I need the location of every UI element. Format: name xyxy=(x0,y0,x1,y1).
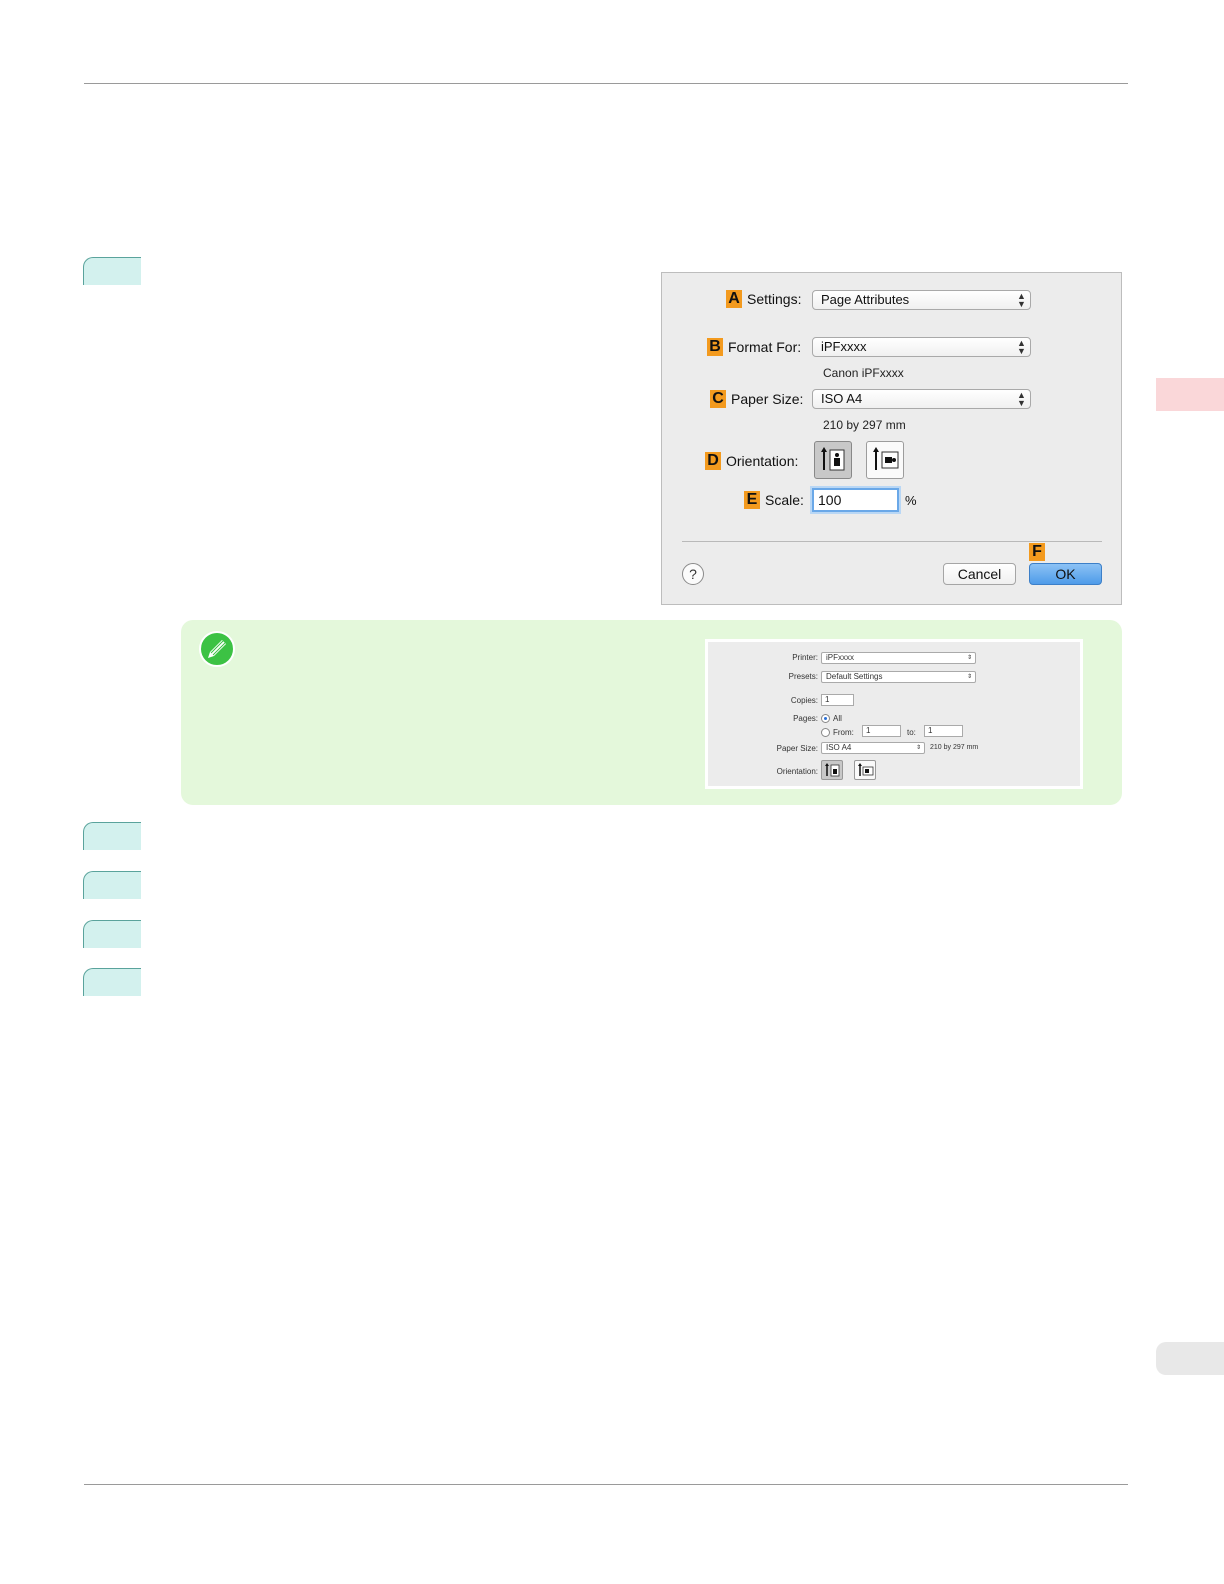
top-rule xyxy=(84,83,1128,84)
popup-arrows-icon: ⇕ xyxy=(966,674,972,680)
mini-pages-from-radio[interactable] xyxy=(821,728,830,737)
paper-size-row: C Paper Size: xyxy=(710,390,803,408)
cancel-button[interactable]: Cancel xyxy=(943,563,1016,585)
bottom-rule xyxy=(84,1484,1128,1485)
mini-paper-size-popup[interactable]: ISO A4 ⇕ xyxy=(821,742,925,754)
step-tab-2 xyxy=(83,822,141,850)
help-icon[interactable]: ? xyxy=(682,563,704,585)
mini-printer-label: Printer: xyxy=(792,653,818,662)
settings-popup[interactable]: Page Attributes ▲ ▼ xyxy=(812,290,1031,310)
mini-pages-all-radio[interactable] xyxy=(821,714,830,723)
mini-pages-to-input[interactable]: 1 xyxy=(924,725,963,737)
scale-input[interactable]: 100 xyxy=(812,488,899,512)
mini-printer-value: iPFxxxx xyxy=(826,653,854,662)
orientation-row: D Orientation: xyxy=(705,452,798,470)
format-for-row: B Format For: xyxy=(707,338,801,356)
badge-e: E xyxy=(744,491,760,509)
print-dialog-thumbnail: Printer: iPFxxxx ⇕ Presets: Default Sett… xyxy=(705,639,1083,789)
mini-paper-size-label: Paper Size: xyxy=(776,744,818,753)
landscape-orientation-icon xyxy=(858,763,874,776)
scale-row: E Scale: xyxy=(744,491,804,509)
paper-size-label: Paper Size: xyxy=(731,391,804,407)
mini-printer-popup[interactable]: iPFxxxx ⇕ xyxy=(821,652,976,664)
chapter-side-tab xyxy=(1156,378,1224,411)
dialog-separator xyxy=(682,541,1102,542)
mini-pages-to-label: to: xyxy=(907,728,916,737)
note-pencil-icon xyxy=(199,631,235,667)
mini-presets-popup[interactable]: Default Settings ⇕ xyxy=(821,671,976,683)
mini-copies-label: Copies: xyxy=(790,696,818,705)
settings-value: Page Attributes xyxy=(821,292,910,307)
format-for-description: Canon iPFxxxx xyxy=(823,366,904,380)
page-setup-dialog: A Settings: Page Attributes ▲ ▼ B Format … xyxy=(661,272,1122,605)
badge-f: F xyxy=(1029,543,1045,561)
mini-pages-from-label: From: xyxy=(833,728,854,737)
step-tab-5 xyxy=(83,968,141,996)
format-for-popup[interactable]: iPFxxxx ▲ ▼ xyxy=(812,337,1031,357)
mini-paper-size-dims: 210 by 297 mm xyxy=(930,744,979,751)
landscape-orientation-icon xyxy=(873,447,899,470)
landscape-button[interactable] xyxy=(866,441,904,479)
paper-size-dimensions: 210 by 297 mm xyxy=(823,418,906,432)
format-for-value: iPFxxxx xyxy=(821,339,867,354)
mini-copies-input[interactable]: 1 xyxy=(821,694,854,706)
step-tab-1 xyxy=(83,257,141,285)
popup-arrows-icon: ▲ ▼ xyxy=(1017,390,1026,408)
mini-pages-from-input[interactable]: 1 xyxy=(862,725,901,737)
scale-unit: % xyxy=(905,493,917,508)
scale-label: Scale: xyxy=(765,492,804,508)
mini-portrait-button[interactable] xyxy=(821,760,843,780)
mini-landscape-button[interactable] xyxy=(854,760,876,780)
paper-size-popup[interactable]: ISO A4 ▲ ▼ xyxy=(812,389,1031,409)
popup-arrows-icon: ⇕ xyxy=(966,655,972,661)
popup-arrows-icon: ⇕ xyxy=(915,745,921,751)
page-number-tab xyxy=(1156,1342,1224,1375)
note-box: Printer: iPFxxxx ⇕ Presets: Default Sett… xyxy=(181,620,1122,805)
orientation-label: Orientation: xyxy=(726,453,799,469)
format-for-label: Format For: xyxy=(728,339,802,355)
mini-presets-value: Default Settings xyxy=(826,672,883,681)
portrait-orientation-icon xyxy=(825,763,840,777)
settings-row: A Settings: xyxy=(726,290,801,308)
mini-pages-all-label: All xyxy=(833,714,842,723)
paper-size-value: ISO A4 xyxy=(821,391,863,406)
ok-button[interactable]: OK xyxy=(1029,563,1102,585)
step-tab-3 xyxy=(83,871,141,899)
badge-c: C xyxy=(710,390,726,408)
badge-a: A xyxy=(726,290,742,308)
mini-paper-size-value: ISO A4 xyxy=(826,743,852,752)
portrait-orientation-icon xyxy=(821,447,845,471)
portrait-button[interactable] xyxy=(814,441,852,479)
mini-orientation-label: Orientation: xyxy=(776,767,818,776)
mini-presets-label: Presets: xyxy=(788,672,818,681)
badge-b: B xyxy=(707,338,723,356)
popup-arrows-icon: ▲ ▼ xyxy=(1017,291,1026,309)
badge-d: D xyxy=(705,452,721,470)
popup-arrows-icon: ▲ ▼ xyxy=(1017,338,1026,356)
mini-pages-label: Pages: xyxy=(793,714,818,723)
settings-label: Settings: xyxy=(747,291,802,307)
step-tab-4 xyxy=(83,920,141,948)
